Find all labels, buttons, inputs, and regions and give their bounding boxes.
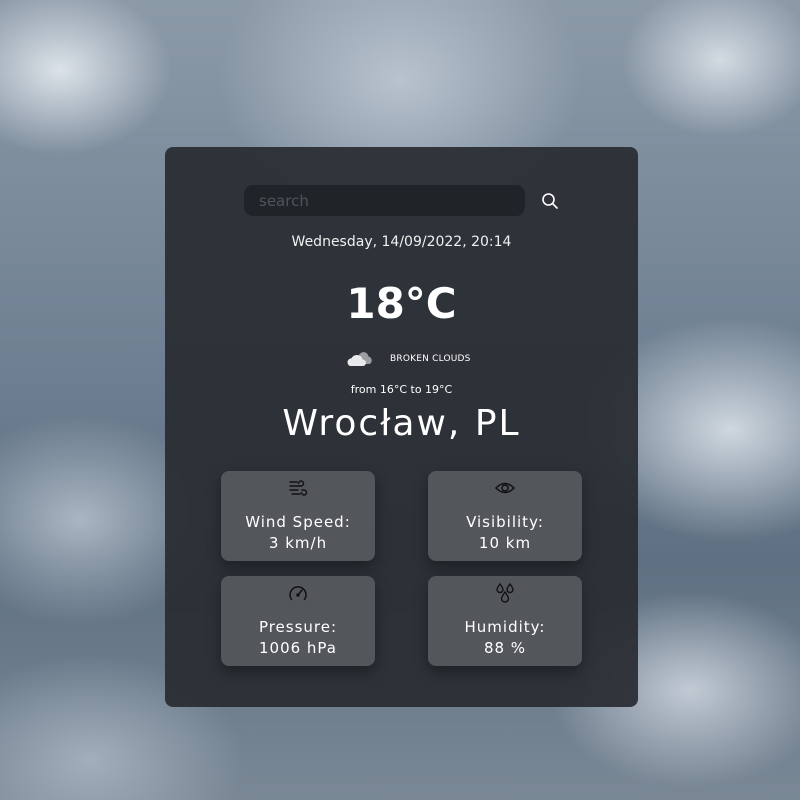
wind-speed-tile: Wind Speed: 3 km/h xyxy=(221,471,375,561)
humidity-tile: Humidity: 88 % xyxy=(428,576,582,666)
pressure-value: 1006 hPa xyxy=(258,639,337,657)
eye-icon xyxy=(494,482,516,494)
wind-speed-value: 3 km/h xyxy=(268,534,328,552)
droplets-icon xyxy=(496,582,514,603)
wind-speed-label: Wind Speed: xyxy=(245,513,351,531)
location-name: Wrocław, PL xyxy=(282,403,521,444)
visibility-label: Visibility: xyxy=(466,513,544,531)
gauge-icon xyxy=(289,586,307,601)
temperature: 18°C xyxy=(346,279,457,328)
date-time: Wednesday, 14/09/2022, 20:14 xyxy=(291,234,512,250)
wind-icon xyxy=(289,480,308,496)
search-input[interactable] xyxy=(244,185,525,216)
search-bar xyxy=(244,185,564,217)
visibility-value: 10 km xyxy=(478,534,532,552)
humidity-value: 88 % xyxy=(483,639,527,657)
weather-description-row: broken clouds xyxy=(345,348,471,370)
broken-clouds-icon xyxy=(347,352,372,366)
search-icon[interactable] xyxy=(539,190,561,212)
weather-description: broken clouds xyxy=(390,354,471,364)
pressure-tile: Pressure: 1006 hPa xyxy=(221,576,375,666)
humidity-label: Humidity: xyxy=(464,618,546,636)
weather-card: Wednesday, 14/09/2022, 20:14 18°C broken… xyxy=(165,147,638,707)
pressure-label: Pressure: xyxy=(258,618,338,636)
temperature-range: from 16°C to 19°C xyxy=(350,383,453,396)
visibility-tile: Visibility: 10 km xyxy=(428,471,582,561)
